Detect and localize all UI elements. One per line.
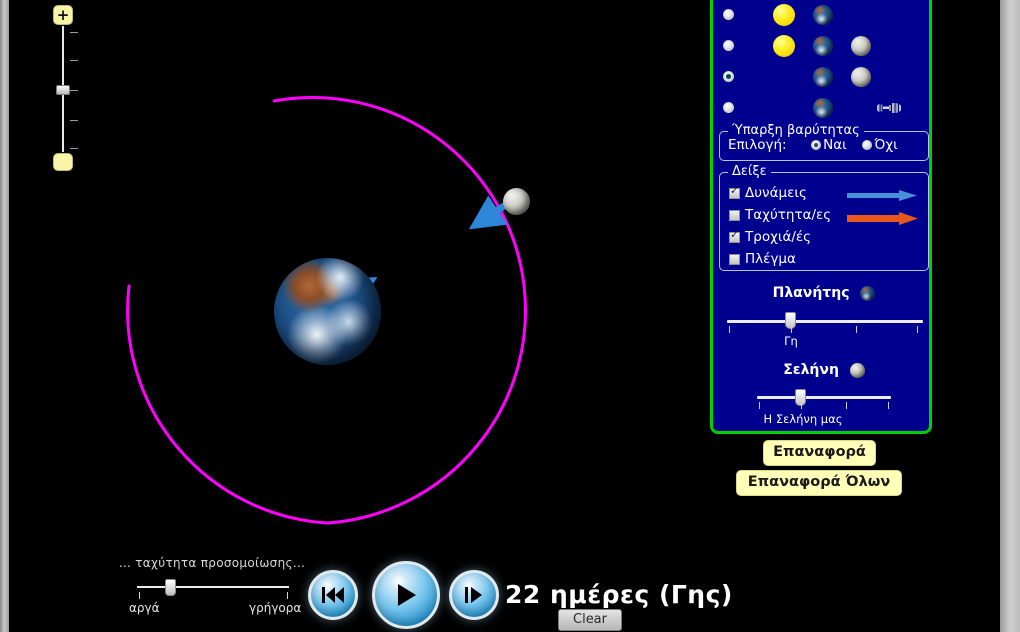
gravity-radio-no[interactable] [862, 140, 873, 150]
earth-icon [813, 98, 833, 118]
window-right-edge [1000, 0, 1020, 632]
show-legend: Δείξε [728, 164, 771, 179]
moon-slider-title-text: Σελήνη [783, 362, 839, 378]
gravity-yes-label: Ναι [823, 137, 847, 153]
speed-tick [287, 592, 288, 599]
moon-slider-caption: Η Σελήνη μας [763, 412, 843, 426]
velocity-arrow-legend-icon [847, 212, 918, 225]
simulation-speed-control: ... ταχύτητα προσομοίωσης... αργά γρήγορ… [117, 556, 307, 615]
sun-icon [773, 35, 795, 57]
zoom-out-icon[interactable] [53, 153, 73, 171]
step-forward-icon [465, 587, 482, 603]
planet-slider-tick [729, 326, 730, 333]
gravity-prompt: Επιλογή: [728, 137, 787, 153]
speed-title: ... ταχύτητα προσομοίωσης... [118, 556, 306, 570]
earth-body[interactable] [274, 258, 381, 365]
zoom-tick [70, 148, 78, 149]
gravity-choice-row: Επιλογή: Ναι Όχι [728, 137, 898, 153]
velocities-checkbox[interactable] [729, 210, 740, 221]
zoom-tick [70, 32, 78, 33]
grid-checkbox[interactable] [729, 254, 740, 265]
rewind-icon [322, 587, 344, 603]
zoom-slider-thumb[interactable] [56, 85, 70, 95]
zoom-tick [70, 60, 78, 61]
space-station-icon [877, 103, 901, 113]
mode-radio-sun-earth[interactable] [723, 9, 734, 20]
sun-icon [773, 4, 795, 26]
moon-icon [851, 36, 871, 56]
moon-slider-title: Σελήνη [713, 362, 935, 378]
force-arrow-legend-icon [847, 190, 917, 201]
planet-slider-track[interactable] [727, 320, 923, 323]
speed-slow-label: αργά [129, 601, 160, 615]
reset-button[interactable]: Επαναφορά [763, 440, 876, 466]
moon-slider-tick [888, 402, 889, 409]
step-forward-button[interactable] [449, 570, 499, 620]
gravity-legend: Ύπαρξη βαρύτητας [728, 123, 864, 138]
planet-slider-title: Πλανήτης [713, 285, 935, 301]
earth-icon [813, 5, 833, 25]
moon-body[interactable] [503, 188, 530, 215]
gravity-radio-yes[interactable] [811, 140, 822, 150]
earth-icon [860, 286, 876, 301]
play-icon [398, 584, 416, 606]
mode-radio-earth-moon[interactable] [723, 71, 734, 82]
mode-row-earth-space-station[interactable] [713, 93, 935, 124]
zoom-tick [70, 90, 78, 91]
moon-icon [849, 363, 865, 378]
mode-row-sun-earth-moon[interactable] [713, 31, 935, 62]
rewind-button[interactable] [308, 570, 358, 620]
moon-slider-tick [801, 402, 802, 409]
earth-icon [813, 67, 833, 87]
mode-row-earth-moon[interactable] [713, 62, 935, 93]
moon-slider-track[interactable] [757, 396, 891, 399]
paths-checkbox[interactable] [729, 229, 740, 243]
moon-slider-tick [759, 402, 760, 409]
forces-label: Δυνάμεις [745, 185, 807, 201]
speed-slider-thumb[interactable] [165, 579, 176, 596]
moon-icon [851, 67, 871, 87]
planet-slider-tick [791, 326, 792, 333]
mode-radio-earth-space-station[interactable] [723, 102, 734, 113]
mode-row-sun-earth[interactable] [713, 0, 935, 31]
planet-slider-title-text: Πλανήτης [772, 285, 850, 301]
gravity-fieldset: Ύπαρξη βαρύτητας Επιλογή: Ναι Όχι [719, 123, 929, 161]
mode-radio-sun-earth-moon[interactable] [723, 40, 734, 51]
control-panel: Ύπαρξη βαρύτητας Επιλογή: Ναι Όχι Δείξε … [710, 0, 932, 434]
speed-slider-track[interactable] [137, 586, 289, 588]
day-counter: 22 ημέρες (Γης) [505, 580, 733, 609]
speed-tick [139, 592, 140, 599]
zoom-control[interactable]: + [45, 2, 85, 182]
velocities-label: Ταχύτητα/ες [745, 207, 832, 223]
speed-fast-label: γρήγορα [249, 601, 302, 615]
zoom-tick [70, 120, 78, 121]
zoom-in-icon[interactable]: + [53, 5, 73, 25]
planet-slider-tick [917, 326, 918, 333]
mode-selector [713, 0, 935, 125]
paths-label: Τροχιά/ές [745, 229, 812, 245]
moon-slider-tick [846, 402, 847, 409]
clear-button[interactable]: Clear [558, 609, 622, 631]
play-button[interactable] [372, 561, 440, 629]
planet-slider-caption: Γη [784, 334, 798, 348]
earth-icon [813, 36, 833, 56]
gravity-no-label: Όχι [874, 137, 898, 153]
planet-slider-tick [856, 326, 857, 333]
forces-checkbox[interactable] [729, 185, 740, 199]
show-fieldset: Δείξε Δυνάμεις Ταχύτητα/ες Τροχ [719, 164, 929, 271]
simulation-canvas[interactable]: + ... ταχύτητα προσομοίωσης... αργά γρήγ… [9, 0, 732, 632]
simulation-window: + ... ταχύτητα προσομοίωσης... αργά γρήγ… [0, 0, 1020, 632]
grid-label: Πλέγμα [745, 251, 796, 267]
reset-all-button[interactable]: Επαναφορά Όλων [736, 470, 902, 496]
window-left-edge [0, 0, 9, 632]
